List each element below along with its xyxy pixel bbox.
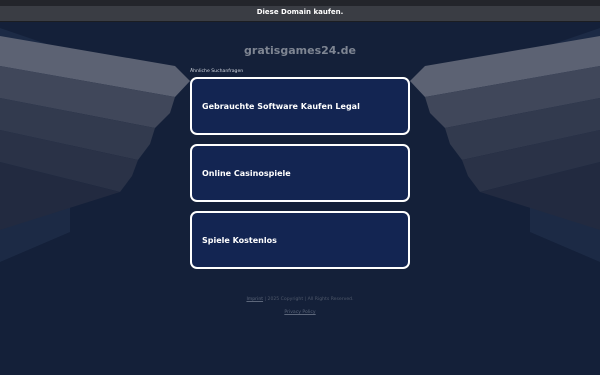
privacy-policy-link[interactable]: Privacy Policy [284, 310, 315, 315]
footer: Imprint | 2025 Copyright | All Rights Re… [0, 297, 600, 302]
related-link-3[interactable]: Spiele Kostenlos [190, 211, 410, 269]
buy-domain-link[interactable]: Diese Domain kaufen. [0, 8, 600, 16]
copyright-text: | 2025 Copyright | All Rights Reserved. [263, 297, 354, 302]
top-bar: Diese Domain kaufen. [0, 0, 600, 21]
related-searches-label: Ähnliche Suchanfragen [190, 69, 244, 74]
related-link-2[interactable]: Online Casinospiele [190, 144, 410, 202]
related-link-1[interactable]: Gebrauchte Software Kaufen Legal [190, 77, 410, 135]
imprint-link[interactable]: Imprint [246, 297, 263, 302]
related-link-1-label: Gebrauchte Software Kaufen Legal [202, 101, 360, 111]
domain-title: gratisgames24.de [244, 44, 356, 57]
page: Diese Domain kaufen. gratisgames24.de Äh… [0, 0, 600, 375]
related-link-3-label: Spiele Kostenlos [202, 235, 277, 245]
related-link-2-label: Online Casinospiele [202, 168, 291, 178]
privacy-row: Privacy Policy [0, 310, 600, 315]
